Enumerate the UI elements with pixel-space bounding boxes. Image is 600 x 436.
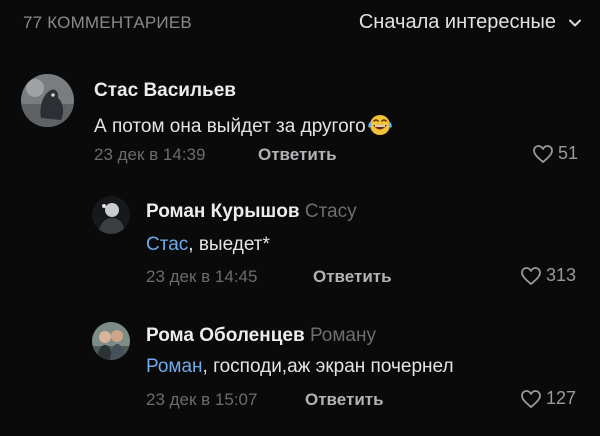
- comment-date: 23 дек в 14:45: [146, 267, 258, 286]
- comment-author-name: Рома Оболенцев: [146, 325, 305, 346]
- heart-icon: [521, 266, 541, 285]
- comment-text-body: , выедет*: [188, 234, 270, 255]
- laughing-emoji-icon: [367, 115, 392, 135]
- like-button[interactable]: 127: [520, 388, 576, 409]
- like-count: 127: [545, 388, 576, 408]
- reply-button[interactable]: Ответить: [305, 390, 384, 410]
- comment-author-name: Роман Курышов: [146, 201, 300, 222]
- like-button[interactable]: 51: [532, 143, 578, 164]
- chevron-down-icon: [569, 19, 581, 26]
- sort-label: Сначала интересные: [358, 11, 556, 33]
- comment: Стас Васильев А потом она выйдет за друг…: [0, 70, 600, 170]
- reply-button[interactable]: Ответить: [258, 145, 337, 165]
- reply-button[interactable]: Ответить: [313, 267, 392, 287]
- comment-text-body: А потом она выйдет за другого: [94, 116, 366, 137]
- sort-dropdown[interactable]: Сначала интересные: [359, 11, 582, 34]
- like-button[interactable]: 313: [520, 265, 576, 286]
- mention-link[interactable]: Стас: [146, 234, 188, 255]
- comment-text: Стас, выедет*: [146, 234, 270, 256]
- comment-author[interactable]: Рома Оболенцев Роману: [146, 325, 376, 347]
- comment-date: 23 дек в 15:07: [146, 390, 258, 409]
- like-count: 51: [557, 143, 578, 163]
- comments-header: 77 КОММЕНТАРИЕВ Сначала интересные: [0, 0, 600, 50]
- comment-author[interactable]: Стас Васильев: [94, 80, 236, 102]
- heart-icon: [521, 389, 541, 408]
- comment-count: 77 КОММЕНТАРИЕВ: [23, 13, 192, 32]
- comment-text: Роман, господи,аж экран почернел: [146, 356, 454, 378]
- avatar-image: [21, 74, 74, 127]
- avatar-image: [92, 196, 130, 234]
- heart-icon: [533, 144, 553, 163]
- reply-to-label[interactable]: Роману: [310, 325, 376, 346]
- comment-text-body: , господи,аж экран почернел: [202, 356, 454, 377]
- comment-reply: Роман Курышов Стасу Стас, выедет* 23 дек…: [0, 192, 600, 292]
- like-count: 313: [545, 265, 576, 285]
- comment-reply: Рома Оболенцев Роману Роман, господи,аж …: [0, 316, 600, 416]
- comment-author[interactable]: Роман Курышов Стасу: [146, 201, 357, 223]
- avatar[interactable]: [92, 322, 130, 360]
- comment-text: А потом она выйдет за другого: [94, 112, 393, 138]
- reply-to-label[interactable]: Стасу: [305, 201, 357, 222]
- avatar[interactable]: [21, 74, 74, 127]
- mention-link[interactable]: Роман: [146, 356, 203, 377]
- avatar-image: [92, 322, 130, 360]
- avatar[interactable]: [92, 196, 130, 234]
- comment-date: 23 дек в 14:39: [94, 145, 206, 164]
